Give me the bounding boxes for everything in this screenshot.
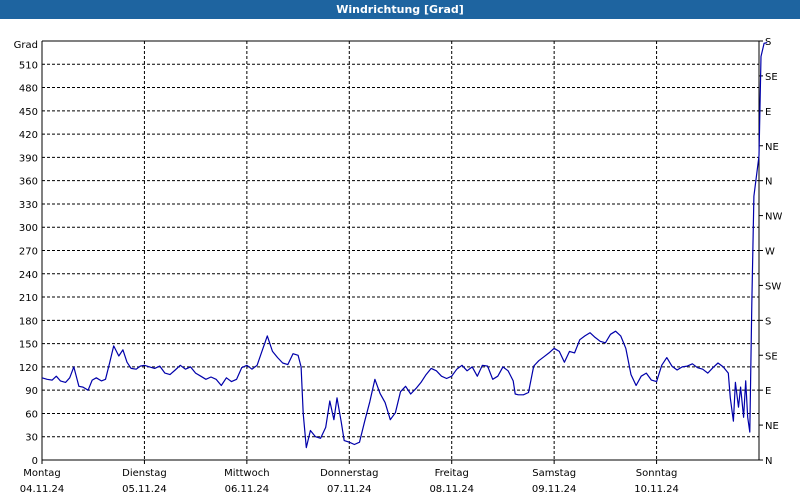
right-tick-label: E [765, 386, 771, 397]
right-tick-label: N [765, 456, 772, 467]
x-tick-weekday: Mittwoch [224, 468, 269, 479]
right-tick-label: NE [765, 142, 779, 153]
right-tick-label: E [765, 107, 771, 118]
y-axis-unit-label: Grad [14, 40, 38, 51]
y-tick-label: 300 [19, 223, 38, 234]
y-tick-label: 90 [25, 386, 38, 397]
y-tick-label: 240 [19, 270, 38, 281]
x-tick-weekday: Freitag [435, 468, 469, 479]
right-tick-label: W [765, 247, 775, 258]
y-tick-label: 150 [19, 340, 38, 351]
y-tick-label: 480 [19, 84, 38, 95]
y-tick-label: 360 [19, 177, 38, 188]
x-tick-labels: Montag 04.11.24 Dienstag 05.11.24 Mittwoch 06… [20, 460, 679, 495]
y-tick-label: 30 [25, 433, 38, 444]
x-tick-date: 08.11.24 [429, 484, 474, 495]
wind-direction-chart: Grad 0 30 60 90 120 150 180 210 240 270 300 330 360 3… [14, 37, 783, 495]
x-tick-weekday: Montag [23, 468, 60, 479]
x-tick-date: 06.11.24 [225, 484, 270, 495]
x-tick-weekday: Samstag [532, 468, 576, 479]
x-tick-weekday: Dienstag [122, 468, 167, 479]
y-tick-label: 450 [19, 107, 38, 118]
y-tick-label: 270 [19, 247, 38, 258]
right-tick-label: SE [765, 72, 778, 83]
grid-layer [42, 41, 759, 460]
x-tick-date: 10.11.24 [634, 484, 679, 495]
series-layer [41, 42, 768, 449]
y-tick-label: 180 [19, 316, 38, 327]
x-tick-date: 07.11.24 [327, 484, 372, 495]
x-tick-date: 09.11.24 [532, 484, 577, 495]
x-tick-weekday: Sonntag [636, 468, 678, 479]
y-tick-label: 0 [32, 456, 38, 467]
x-tick-weekday: Donnerstag [320, 468, 378, 479]
y-tick-label: 60 [25, 409, 38, 420]
y-tick-labels: 0 30 60 90 120 150 180 210 240 270 300 330 360 390 420… [19, 60, 38, 467]
x-tick-date: 04.11.24 [20, 484, 65, 495]
y-tick-label: 210 [19, 293, 38, 304]
y-tick-label: 120 [19, 363, 38, 374]
y-tick-label: 330 [19, 200, 38, 211]
right-tick-labels: NNEESESSWWNWNNEESES [759, 37, 782, 467]
right-tick-label: NE [765, 421, 779, 432]
series-line-wind-direction [41, 42, 768, 449]
right-tick-label: SW [765, 281, 781, 292]
right-tick-label: N [765, 177, 772, 188]
x-tick-date: 05.11.24 [122, 484, 167, 495]
right-tick-label: S [765, 316, 771, 327]
right-tick-label: SE [765, 351, 778, 362]
right-tick-label: NW [765, 212, 782, 223]
y-tick-label: 510 [19, 60, 38, 71]
y-tick-label: 390 [19, 153, 38, 164]
y-tick-label: 420 [19, 130, 38, 141]
